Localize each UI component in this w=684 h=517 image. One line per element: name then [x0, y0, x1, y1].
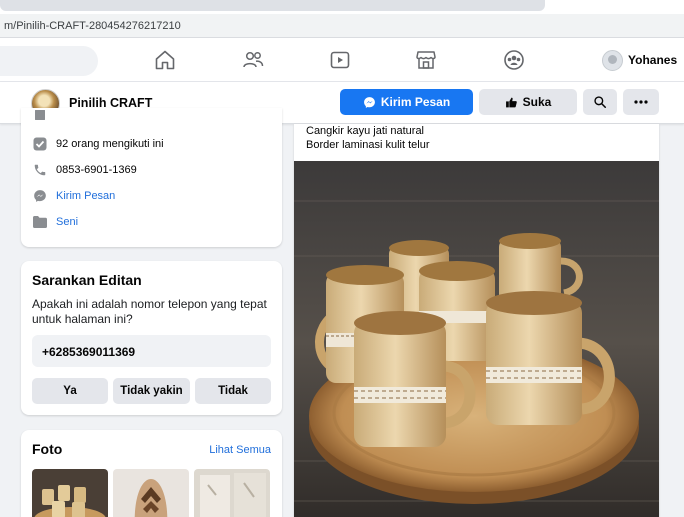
see-all-photos-link[interactable]: Lihat Semua [209, 444, 271, 456]
marketplace-icon[interactable] [414, 48, 438, 72]
messenger-icon [363, 96, 375, 108]
info-icon [33, 110, 47, 120]
photo-thumbnail[interactable] [32, 469, 108, 517]
page-info-card: 92 orang mengikuti ini 0853-6901-1369 Ki… [21, 108, 282, 247]
post-caption: Cangkir kayu jati natural Border laminas… [306, 124, 430, 152]
info-row-partial [33, 110, 56, 120]
messenger-icon [33, 189, 47, 203]
suggested-phone: +6285369011369 [32, 335, 271, 367]
messenger-row[interactable]: Kirim Pesan [33, 188, 115, 204]
like-label: Suka [522, 95, 552, 109]
followers-text: 92 orang mengikuti ini [56, 138, 164, 150]
more-options-button[interactable] [623, 89, 659, 115]
category-link[interactable]: Seni [56, 216, 78, 228]
answer-no-button[interactable]: Tidak [195, 378, 271, 404]
post-caption-line: Border laminasi kulit telur [306, 139, 430, 151]
post-caption-line: Cangkir kayu jati natural [306, 125, 425, 137]
top-navigation: Yohanes [0, 38, 684, 82]
send-message-button[interactable]: Kirim Pesan [340, 89, 473, 115]
phone-icon [33, 163, 47, 177]
groups-icon[interactable] [502, 48, 526, 72]
like-button[interactable]: Suka [479, 89, 577, 115]
browser-tabstrip [0, 0, 684, 14]
suggest-edit-title: Sarankan Editan [32, 272, 142, 288]
address-url[interactable]: m/Pinilih-CRAFT-280454276217210 [4, 20, 181, 32]
post-image[interactable] [294, 161, 659, 517]
messenger-link[interactable]: Kirim Pesan [56, 190, 115, 202]
profile-menu[interactable]: Yohanes [602, 48, 677, 72]
answer-not-sure-button[interactable]: Tidak yakin [113, 378, 190, 404]
suggest-edit-question: Apakah ini adalah nomor telepon yang tep… [32, 297, 267, 326]
send-message-label: Kirim Pesan [380, 95, 451, 109]
photo-thumbnail[interactable] [113, 469, 189, 517]
more-icon [634, 100, 648, 104]
friends-icon[interactable] [241, 48, 265, 72]
avatar[interactable] [602, 49, 623, 71]
address-bar[interactable]: m/Pinilih-CRAFT-280454276217210 [0, 14, 684, 38]
category-row[interactable]: Seni [33, 214, 78, 230]
folder-icon [33, 215, 47, 229]
photos-title: Foto [32, 441, 63, 457]
photos-card: Foto Lihat Semua [21, 430, 282, 517]
search-input[interactable] [0, 46, 98, 76]
suggest-edit-card: Sarankan Editan Apakah ini adalah nomor … [21, 261, 282, 415]
photo-thumbnail[interactable] [194, 469, 270, 517]
search-icon [594, 96, 607, 109]
browser-tab[interactable] [0, 0, 545, 11]
page-search-button[interactable] [583, 89, 617, 115]
post-card: Cangkir kayu jati natural Border laminas… [294, 124, 659, 517]
phone-row: 0853-6901-1369 [33, 162, 137, 178]
home-icon[interactable] [153, 48, 177, 72]
answer-yes-button[interactable]: Ya [32, 378, 108, 404]
checkbox-icon [33, 137, 47, 151]
phone-text[interactable]: 0853-6901-1369 [56, 164, 137, 176]
thumbs-up-icon [505, 97, 517, 107]
watch-icon[interactable] [328, 48, 352, 72]
followers-row: 92 orang mengikuti ini [33, 136, 164, 152]
profile-name[interactable]: Yohanes [628, 53, 677, 67]
